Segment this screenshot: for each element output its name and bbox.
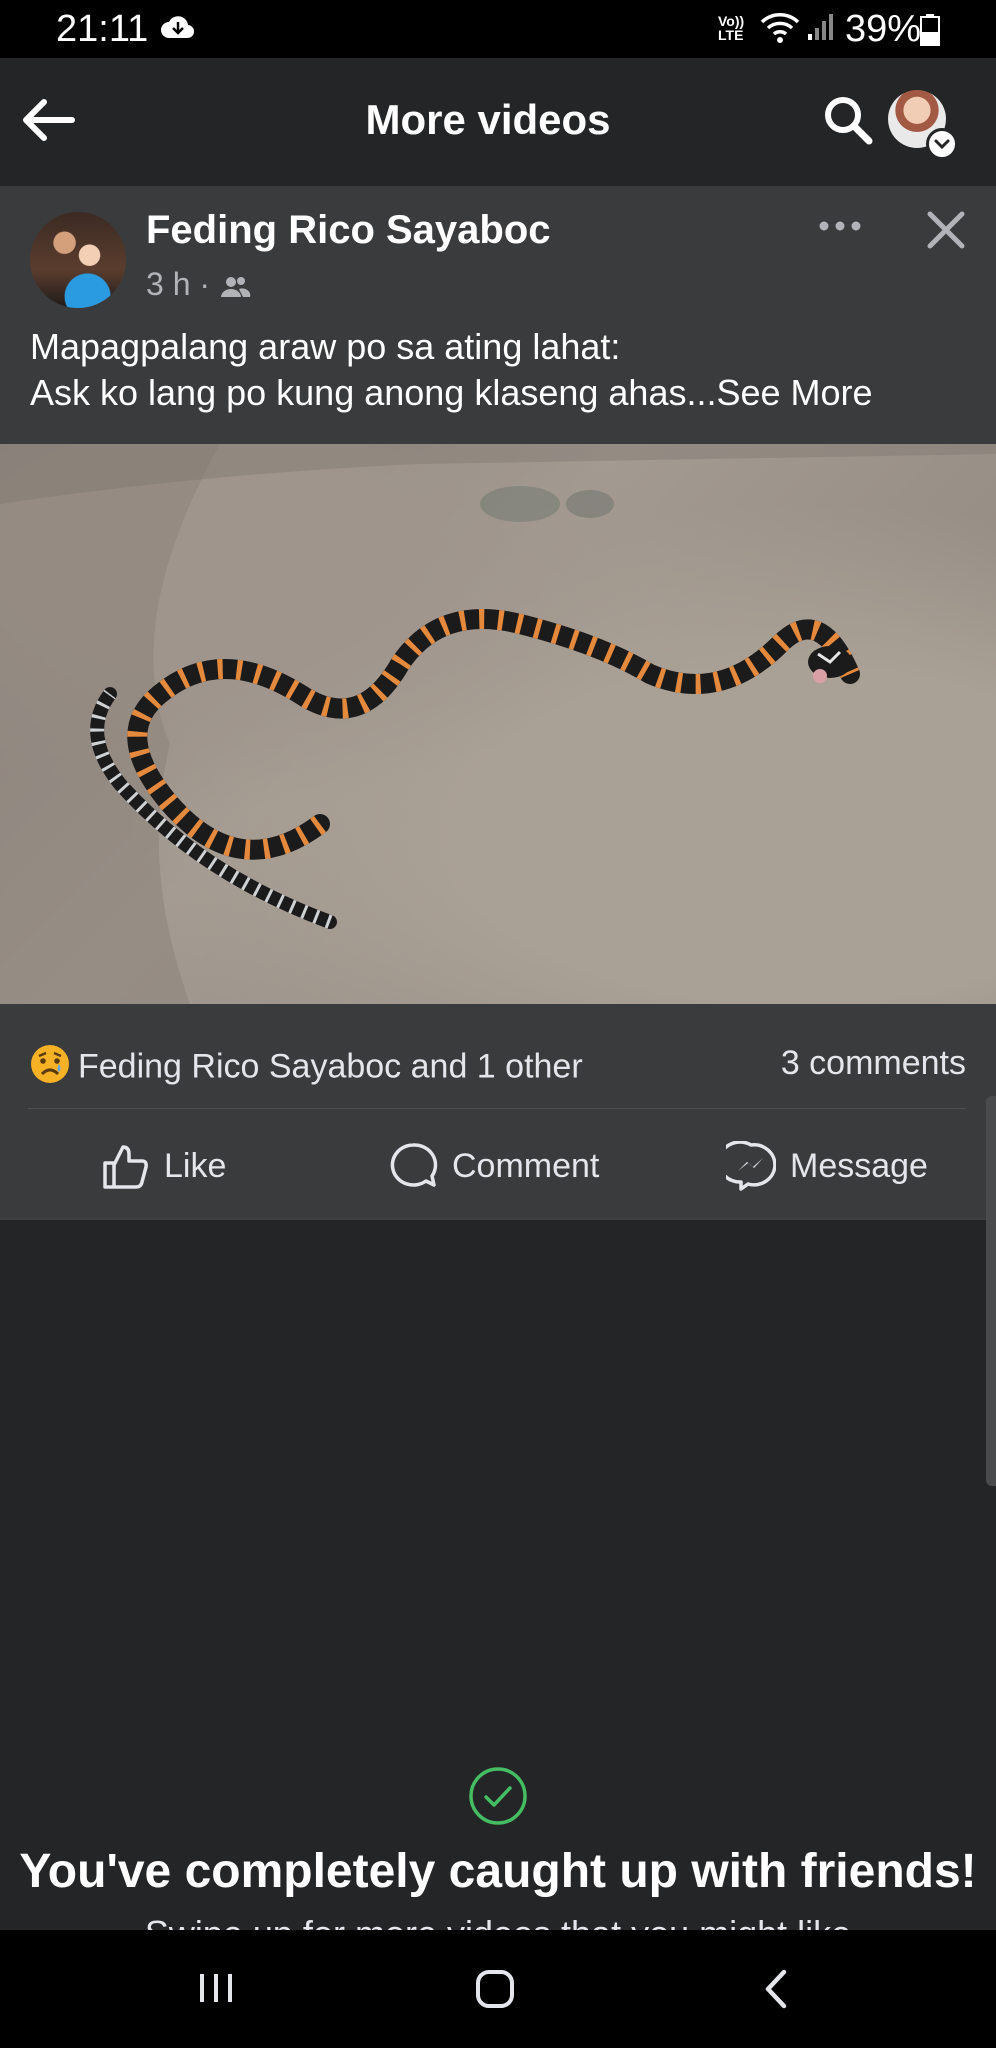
signal-icon	[806, 12, 836, 47]
scrollbar[interactable]	[986, 1096, 996, 1486]
battery-icon	[920, 14, 940, 51]
volte-indicator: Vo)) LTE	[718, 14, 744, 42]
reactions-text: Feding Rico Sayaboc and 1 other	[78, 1047, 583, 1086]
chevron-down-icon[interactable]	[926, 128, 958, 160]
comment-bubble-icon	[390, 1143, 438, 1187]
recent-apps-icon[interactable]	[196, 1968, 236, 2013]
back-nav-icon[interactable]	[758, 1968, 794, 2015]
meta-separator: ·	[199, 266, 211, 302]
messenger-icon	[726, 1141, 776, 1191]
card-bottom-divider	[0, 1218, 996, 1220]
caught-up-subtitle: Swipe up for more videos that you might …	[0, 1912, 996, 1930]
author-avatar[interactable]	[30, 212, 126, 308]
message-button[interactable]: Message	[726, 1138, 928, 1194]
see-more-link[interactable]: See More	[716, 372, 872, 413]
post-photo[interactable]	[0, 444, 996, 1004]
caught-up-title: You've completely caught up with friends…	[19, 1845, 977, 1898]
app-header: More videos	[0, 58, 996, 184]
sad-reaction-icon	[30, 1044, 70, 1093]
status-time: 21:11	[56, 8, 149, 50]
author-name[interactable]: Feding Rico Sayaboc	[146, 208, 551, 253]
caption-line-2: Ask ko lang po kung anong klaseng ahas..…	[30, 370, 970, 416]
cloud-sync-icon	[160, 14, 196, 45]
thumbs-up-icon	[103, 1145, 148, 1189]
post-card: Feding Rico Sayaboc 3 h · Mapagpalang ar…	[0, 186, 996, 1218]
reactions-summary[interactable]: Feding Rico Sayaboc and 1 other	[30, 1044, 583, 1093]
caption-text: Ask ko lang po kung anong klaseng ahas..…	[30, 372, 717, 413]
checkmark-circle-icon	[468, 1766, 528, 1831]
wifi-icon	[760, 12, 800, 49]
home-icon[interactable]	[474, 1968, 516, 2015]
status-bar: 21:11 Vo)) LTE 39%	[0, 0, 996, 58]
post-meta: 3 h ·	[146, 266, 251, 303]
post-time[interactable]: 3 h	[146, 266, 190, 302]
comment-button[interactable]: Comment	[388, 1138, 599, 1194]
post-actions: Like Comment Message	[0, 1108, 996, 1218]
lte-label: LTE	[718, 27, 744, 43]
post-caption: Mapagpalang araw po sa ating lahat: Ask …	[30, 324, 970, 416]
system-nav-bar	[0, 1930, 996, 2048]
comment-label: Comment	[452, 1146, 600, 1185]
search-icon[interactable]	[822, 94, 874, 151]
message-label: Message	[790, 1146, 928, 1185]
close-icon[interactable]	[924, 208, 968, 257]
battery-percent: 39%	[845, 8, 922, 50]
caption-line-1: Mapagpalang araw po sa ating lahat:	[30, 326, 621, 367]
friends-audience-icon	[219, 266, 251, 302]
like-label: Like	[164, 1146, 227, 1185]
more-options-icon[interactable]	[818, 216, 862, 241]
comments-count[interactable]: 3 comments	[781, 1044, 966, 1083]
like-button[interactable]: Like	[100, 1138, 226, 1194]
